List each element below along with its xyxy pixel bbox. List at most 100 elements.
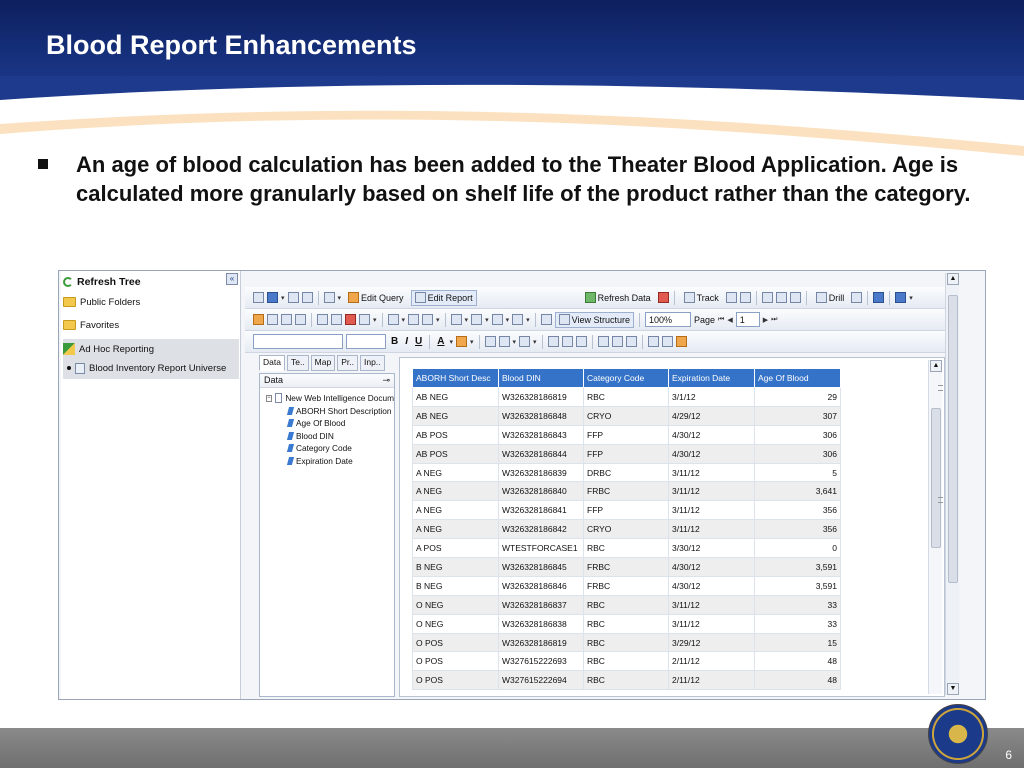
scroll-down-icon[interactable]: ▼ — [947, 683, 959, 695]
table-cell[interactable]: 3/30/12 — [668, 538, 755, 559]
table-cell[interactable]: 33 — [754, 613, 841, 634]
table-cell[interactable]: RBC — [583, 670, 669, 691]
table-cell[interactable]: AB POS — [412, 424, 499, 445]
alerters-dropdown-icon[interactable]: ▾ — [373, 316, 377, 324]
section-dropdown-icon[interactable]: ▾ — [506, 316, 510, 324]
window-scrollbar[interactable]: ▲ ▼ — [945, 273, 959, 695]
font-name-select[interactable] — [253, 334, 343, 349]
table-cell[interactable]: RBC — [583, 651, 669, 672]
table-cell[interactable]: 307 — [754, 405, 841, 426]
table-cell[interactable]: 4/29/12 — [668, 405, 755, 426]
break-icon[interactable] — [471, 314, 483, 325]
italic-button[interactable]: I — [403, 336, 410, 347]
view-dropdown-icon[interactable]: ▾ — [338, 294, 342, 302]
table-cell[interactable]: AB POS — [412, 443, 499, 464]
table-cell[interactable]: 15 — [754, 632, 841, 653]
table-row[interactable]: A NEG W326328186840 FRBC 3/11/12 3,641 — [412, 481, 841, 502]
align-bottom-icon[interactable] — [625, 336, 637, 347]
table-cell[interactable]: W326328186819 — [498, 387, 584, 407]
table-row[interactable]: AB POS W326328186844 FFP 4/30/12 306 — [412, 443, 841, 464]
last-page-icon[interactable]: ⏭ — [771, 316, 777, 324]
tree-object[interactable]: ABORH Short Description — [266, 405, 394, 418]
collapse-panel-button[interactable]: « — [226, 273, 238, 285]
table-cell[interactable]: O NEG — [412, 613, 499, 634]
table-cell[interactable]: 356 — [754, 519, 841, 540]
table-cell[interactable]: O POS — [412, 651, 499, 672]
table-cell[interactable]: A NEG — [412, 462, 499, 483]
scroll-thumb[interactable] — [948, 295, 958, 583]
table-cell[interactable]: W326328186819 — [498, 632, 584, 653]
redo-icon[interactable] — [331, 314, 342, 325]
table-cell[interactable]: 29 — [754, 387, 841, 407]
nav-item-public-folders[interactable]: Public Folders — [63, 293, 239, 311]
table-cell[interactable]: RBC — [583, 613, 669, 634]
table-row[interactable]: O NEG W326328186838 RBC 3/11/12 33 — [412, 613, 841, 634]
table-cell[interactable]: AB NEG — [412, 405, 499, 426]
splitter-grip[interactable] — [938, 497, 943, 503]
borders-icon[interactable] — [484, 336, 496, 347]
table-cell[interactable]: FRBC — [583, 481, 669, 502]
font-color-button[interactable]: A — [435, 336, 446, 347]
nav-item-ad-hoc-reporting[interactable]: Ad Hoc Reporting — [63, 340, 239, 358]
column-header[interactable]: ABORH Short Desc — [412, 368, 499, 388]
tab-input-controls[interactable]: Inp.. — [359, 355, 385, 371]
tree-object[interactable]: Age Of Blood — [266, 417, 394, 430]
align-center-icon[interactable] — [561, 336, 573, 347]
table-cell[interactable]: 306 — [754, 424, 841, 445]
edit-report-button[interactable]: Edit Report — [410, 289, 477, 306]
table-cell[interactable]: 356 — [754, 500, 841, 521]
print-icon[interactable] — [287, 292, 299, 303]
table-cell[interactable]: W326328186842 — [498, 519, 584, 540]
wrap-text-icon[interactable] — [647, 336, 659, 347]
zoom-select[interactable]: 100% — [644, 312, 691, 327]
refresh-tree-button[interactable]: Refresh Tree — [63, 273, 239, 291]
table-row[interactable]: O POS W327615222694 RBC 2/11/12 48 — [412, 670, 841, 691]
table-cell[interactable]: 3/11/12 — [668, 594, 755, 615]
help-icon[interactable] — [895, 292, 907, 303]
table-cell[interactable]: 0 — [754, 538, 841, 559]
table-cell[interactable]: 48 — [754, 670, 841, 691]
table-cell[interactable]: A POS — [412, 538, 499, 559]
table-row[interactable]: A POS WTESTFORCASE1 RBC 3/30/12 0 — [412, 538, 841, 559]
table-cell[interactable]: 3/11/12 — [668, 462, 755, 483]
tree-object[interactable]: Category Code — [266, 442, 394, 455]
table-cell[interactable]: 306 — [754, 443, 841, 464]
pin-icon[interactable]: ⊸ — [382, 375, 390, 386]
table-cell[interactable]: 4/30/12 — [668, 575, 755, 596]
table-cell[interactable]: 3/1/12 — [668, 387, 755, 407]
table-cell[interactable]: 2/11/12 — [668, 651, 755, 672]
table-row[interactable]: AB NEG W326328186819 RBC 3/1/12 29 — [412, 387, 841, 407]
break-dropdown-icon[interactable]: ▾ — [485, 316, 489, 324]
table-cell[interactable]: 3/11/12 — [668, 519, 755, 540]
table-row[interactable]: B NEG W326328186846 FRBC 4/30/12 3,591 — [412, 575, 841, 596]
table-cell[interactable]: W326328186846 — [498, 575, 584, 596]
table-cell[interactable]: O POS — [412, 670, 499, 691]
tree-object[interactable]: Blood DIN — [266, 430, 394, 443]
track-button[interactable]: Track — [680, 290, 723, 306]
table-cell[interactable]: DRBC — [583, 462, 669, 483]
variable-icon[interactable] — [281, 314, 292, 325]
filter-bar-icon[interactable] — [775, 292, 787, 303]
previous-page-icon[interactable]: ◀ — [727, 316, 732, 324]
next-page-icon[interactable]: ▶ — [763, 316, 768, 324]
page-number-input[interactable]: 1 — [735, 312, 760, 327]
document-icon[interactable] — [253, 292, 264, 303]
table-cell[interactable]: CRYO — [583, 405, 669, 426]
borders-dropdown-icon[interactable]: ▾ — [513, 338, 517, 346]
table-cell[interactable]: 4/30/12 — [668, 557, 755, 577]
table-cell[interactable]: A NEG — [412, 500, 499, 521]
table-cell[interactable]: O POS — [412, 632, 499, 653]
bold-button[interactable]: B — [389, 336, 400, 347]
purge-icon[interactable] — [657, 292, 669, 303]
alert-icon[interactable] — [345, 314, 356, 325]
track-options-icon[interactable] — [739, 292, 751, 303]
tab-data[interactable]: Data — [259, 355, 285, 371]
table-cell[interactable]: W326328186845 — [498, 557, 584, 577]
view-icon[interactable] — [323, 292, 335, 303]
format-painter-icon[interactable] — [295, 314, 306, 325]
filter-dropdown-icon[interactable]: ▾ — [402, 316, 406, 324]
nav-item-blood-inventory-universe[interactable]: Blood Inventory Report Universe — [63, 359, 239, 377]
alerters-icon[interactable] — [359, 314, 370, 325]
table-cell[interactable]: CRYO — [583, 519, 669, 540]
sum-dropdown-icon[interactable]: ▾ — [465, 316, 469, 324]
